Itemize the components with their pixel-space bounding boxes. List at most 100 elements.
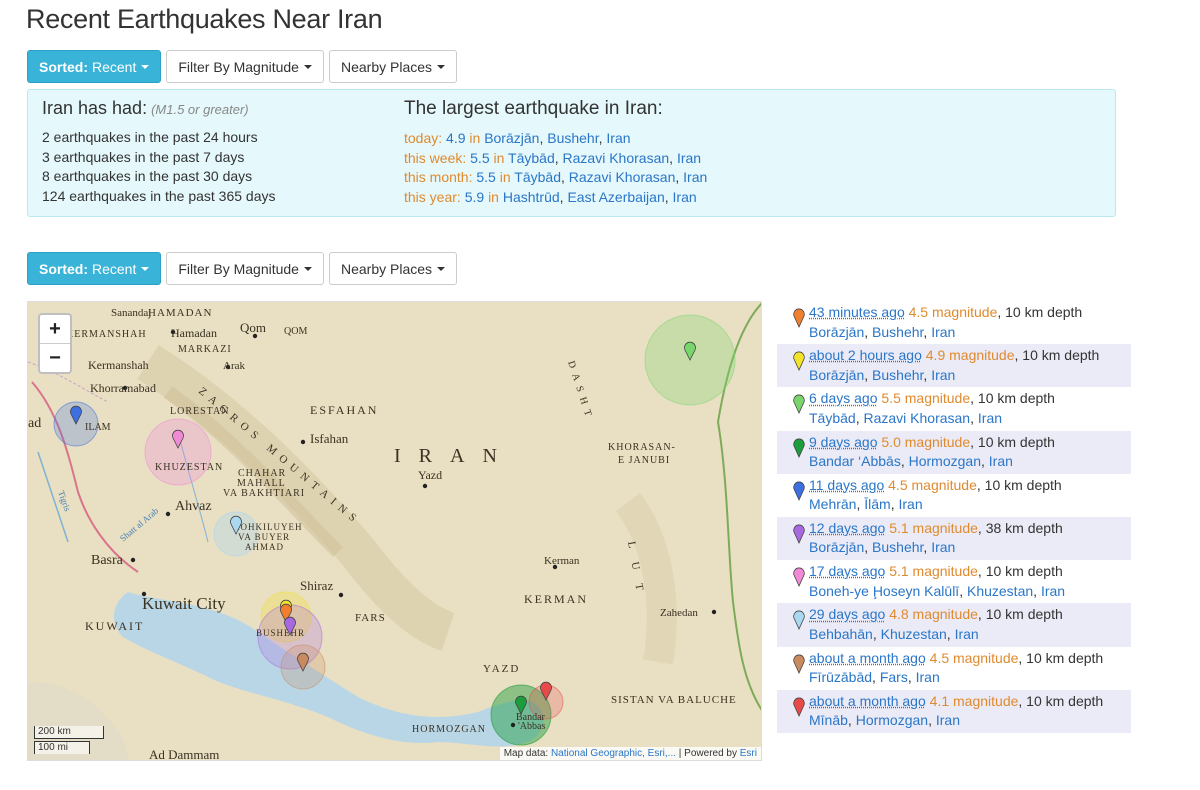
quake-region-link[interactable]: Khuzestan: [881, 626, 947, 642]
earthquake-list: 43 minutes ago 4.5 magnitude, 10 km dept…: [777, 301, 1131, 733]
quake-line-1: 11 days ago 4.5 magnitude, 10 km depth: [809, 476, 1131, 496]
quake-country-link[interactable]: Iran: [936, 712, 960, 728]
quake-city-link[interactable]: Behbahān: [809, 626, 873, 642]
map-pin-icon: [793, 351, 805, 372]
quake-country-link[interactable]: Iran: [1041, 583, 1065, 599]
quake-time-link[interactable]: 43 minutes ago: [809, 304, 905, 320]
quake-city-link[interactable]: Boneh-ye Ḩoseyn Kalūlī: [809, 583, 959, 599]
largest-region-link[interactable]: Bushehr: [547, 130, 598, 146]
quake-line-1: about 2 hours ago 4.9 magnitude, 10 km d…: [809, 346, 1131, 366]
quake-country-link[interactable]: Iran: [989, 453, 1013, 469]
quake-time-link[interactable]: 29 days ago: [809, 606, 885, 622]
map-label-sistan: SISTAN VA BALUCHE: [611, 694, 737, 706]
attribution-link[interactable]: National Geographic, Esri,...: [551, 748, 676, 759]
sort-dropdown-button[interactable]: Sorted: Recent: [27, 50, 162, 83]
zoom-control: + −: [38, 313, 72, 374]
largest-country-link[interactable]: Iran: [606, 130, 630, 146]
quake-depth: , 10 km depth: [1018, 649, 1104, 666]
zoom-out-button[interactable]: −: [40, 343, 70, 372]
map-label-bushehr: BUSHEHR: [256, 628, 305, 638]
map-pin-icon: [793, 394, 805, 415]
map-label-qom: Qom: [240, 320, 266, 335]
quake-magnitude: 5.1 magnitude: [889, 519, 978, 536]
quake-country-link[interactable]: Iran: [978, 410, 1002, 426]
quake-magnitude: 4.5 magnitude: [929, 649, 1019, 666]
map-label-sanandaj: Sanandaj: [111, 307, 151, 319]
nearby-places-button[interactable]: Nearby Places: [328, 50, 458, 83]
caret-down-icon: [437, 266, 446, 271]
esri-link[interactable]: Esri: [740, 748, 757, 759]
quake-region-link[interactable]: Fars: [880, 669, 908, 685]
zoom-in-button[interactable]: +: [40, 315, 70, 343]
largest-country-link[interactable]: Iran: [677, 150, 701, 166]
sort-dropdown-button[interactable]: Sorted: Recent: [27, 252, 162, 285]
quake-region-link[interactable]: Hormozgan: [909, 453, 981, 469]
quake-time-link[interactable]: 17 days ago: [809, 563, 885, 579]
largest-city-link[interactable]: Borāzjān: [484, 130, 539, 146]
largest-in: in: [499, 169, 511, 186]
quake-region-link[interactable]: Razavi Khorasan: [863, 410, 970, 426]
filter-magnitude-button[interactable]: Filter By Magnitude: [166, 50, 324, 83]
earthquake-map[interactable]: Sanandaj HAMADAN KERMANSHAH Hamadan Qom …: [27, 301, 762, 761]
quake-country-link[interactable]: Iran: [916, 669, 940, 685]
quake-city-link[interactable]: Borāzjān: [809, 367, 864, 383]
quake-country-link[interactable]: Iran: [898, 496, 922, 512]
caret-down-icon: [141, 64, 150, 69]
largest-city-link[interactable]: Hashtrūd: [503, 189, 560, 205]
quake-region-link[interactable]: Īlām: [864, 496, 890, 512]
quake-time-link[interactable]: 12 days ago: [809, 520, 885, 536]
map-label-kermanshah-province: KERMANSHAH: [66, 329, 147, 340]
largest-in: in: [469, 130, 481, 146]
quake-time-link[interactable]: 9 days ago: [809, 434, 878, 450]
quake-city-link[interactable]: Tāybād: [809, 410, 856, 426]
map-scale: 200 km 100 mi: [34, 724, 104, 754]
quake-time-link[interactable]: about 2 hours ago: [809, 347, 922, 363]
largest-summary: The largest earthquake in Iran: today: 4…: [404, 98, 707, 208]
largest-country-link[interactable]: Iran: [673, 189, 697, 205]
quake-city-link[interactable]: Mīnāb: [809, 712, 848, 728]
quake-country-link[interactable]: Iran: [931, 324, 955, 340]
quake-region-link[interactable]: Bushehr: [872, 324, 923, 340]
quake-time-link[interactable]: about a month ago: [809, 693, 926, 709]
quake-country-link[interactable]: Iran: [931, 539, 955, 555]
magnitude-note: (M1.5 or greater): [151, 102, 249, 117]
quake-region-link[interactable]: Hormozgan: [856, 712, 928, 728]
quake-list-item: 11 days ago 4.5 magnitude, 10 km depth Me…: [777, 474, 1131, 517]
map-pin-icon: [793, 524, 805, 544]
quake-city-link[interactable]: Bandar ‘Abbās: [809, 453, 901, 469]
quake-region-link[interactable]: Khuzestan: [967, 583, 1033, 599]
filter-magnitude-button[interactable]: Filter By Magnitude: [166, 252, 324, 285]
map-label-khorramabad: Khorramabad: [90, 381, 156, 395]
largest-city-link[interactable]: Tāybād: [514, 169, 561, 185]
largest-region-link[interactable]: Razavi Khorasan: [563, 150, 670, 166]
largest-country-link[interactable]: Iran: [683, 169, 707, 185]
largest-region-link[interactable]: Razavi Khorasan: [569, 169, 676, 185]
quake-city-link[interactable]: Mehrān: [809, 496, 856, 512]
quake-city-link[interactable]: Borāzjān: [809, 324, 864, 340]
nearby-places-button[interactable]: Nearby Places: [328, 252, 458, 285]
quake-line-2: Mīnāb, Hormozgan, Iran: [809, 712, 960, 729]
largest-city-link[interactable]: Tāybād: [508, 150, 555, 166]
largest-region-link[interactable]: East Azerbaijan: [567, 189, 664, 205]
count-30d: 8 earthquakes in the past 30 days: [42, 168, 253, 185]
quake-city-link[interactable]: Fīrūzābād: [809, 669, 872, 685]
map-label-khuzestan: KHUZESTAN: [155, 462, 223, 473]
quake-time-link[interactable]: 6 days ago: [809, 390, 878, 406]
map-label-zahedan: Zahedan: [660, 607, 698, 619]
quake-city-link[interactable]: Borāzjān: [809, 539, 864, 555]
quake-region-link[interactable]: Bushehr: [872, 367, 923, 383]
quake-depth: , 10 km depth: [1018, 692, 1104, 709]
quake-country-link[interactable]: Iran: [955, 626, 979, 642]
quake-line-1: about a month ago 4.1 magnitude, 10 km d…: [809, 692, 1131, 712]
quake-region-link[interactable]: Bushehr: [872, 539, 923, 555]
quake-depth: , 38 km depth: [977, 519, 1063, 536]
quake-time-link[interactable]: about a month ago: [809, 650, 926, 666]
toolbar-bottom: Sorted: Recent Filter By Magnitude Nearb…: [27, 252, 458, 285]
map-pin-icon: [793, 610, 805, 631]
quake-country-link[interactable]: Iran: [931, 367, 955, 383]
quake-line-1: 17 days ago 5.1 magnitude, 10 km depth: [809, 562, 1131, 582]
quake-line-1: 29 days ago 4.8 magnitude, 10 km depth: [809, 605, 1131, 625]
quake-time-link[interactable]: 11 days ago: [809, 477, 884, 493]
largest-in: in: [493, 149, 505, 166]
largest-period: today:: [404, 130, 443, 146]
